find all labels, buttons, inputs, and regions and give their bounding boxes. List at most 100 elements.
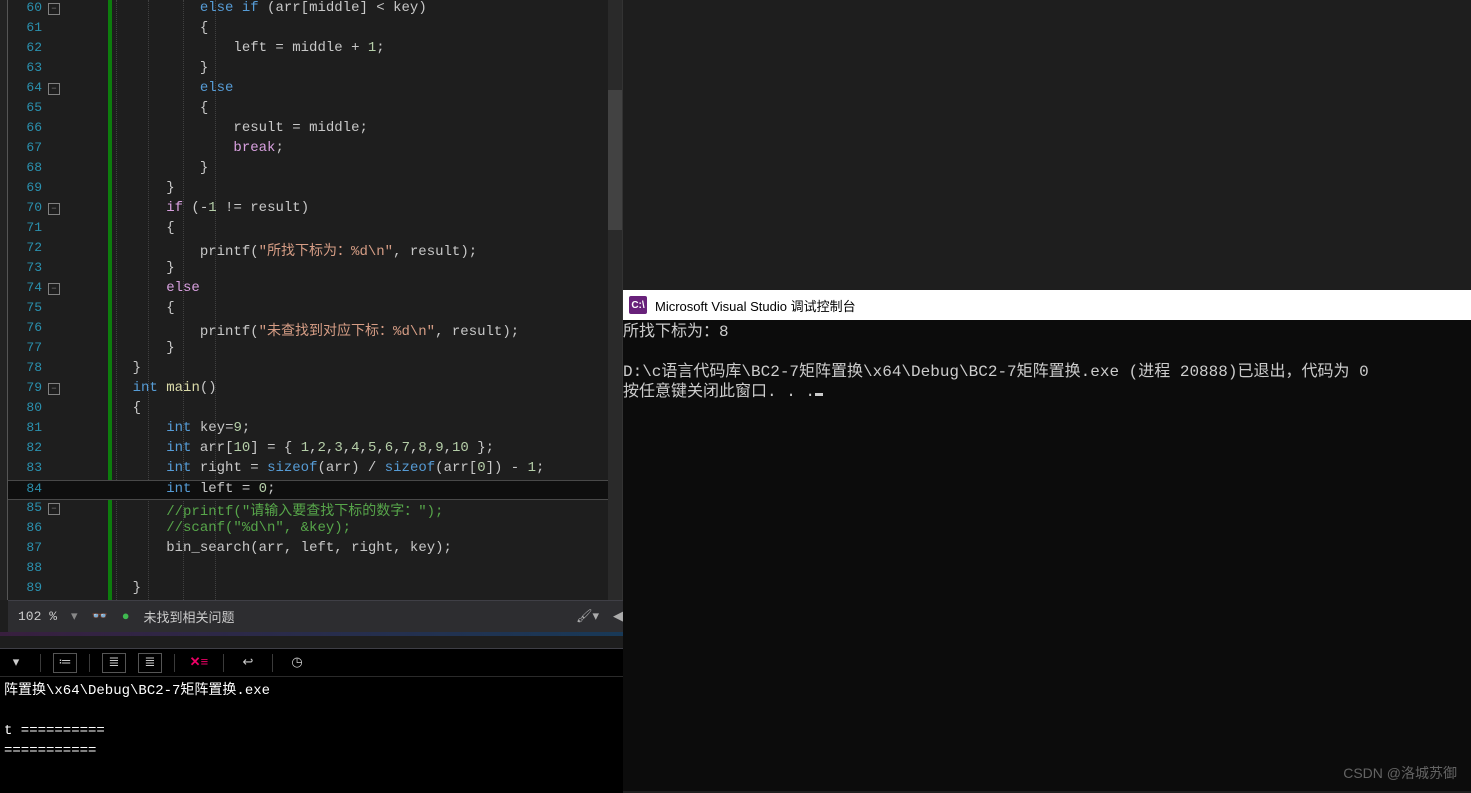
code-text[interactable]: result = middle; xyxy=(98,120,368,140)
code-text[interactable] xyxy=(98,560,99,580)
code-text[interactable]: //scanf("%d\n", &key); xyxy=(98,520,351,540)
code-text[interactable]: else xyxy=(98,280,200,300)
code-line[interactable]: 76 printf("未查找到对应下标：%d\n", result); xyxy=(8,320,622,340)
zoom-dropdown-icon[interactable]: ▾ xyxy=(71,609,78,624)
line-number: 78 xyxy=(8,360,48,380)
code-text[interactable]: int arr[10] = { 1,2,3,4,5,6,7,8,9,10 }; xyxy=(98,440,494,460)
output-toolbar: ▾ ≔ ≣ ≣ ✕≡ ↩ ◷ xyxy=(0,649,623,677)
output-panel[interactable]: ▾ ≔ ≣ ≣ ✕≡ ↩ ◷ 阵置换\x64\Debug\BC2-7矩阵置换.e… xyxy=(0,648,623,793)
code-text[interactable]: int key=9; xyxy=(98,420,250,440)
code-text[interactable]: } xyxy=(98,60,208,80)
console-titlebar[interactable]: C:\ Microsoft Visual Studio 调试控制台 xyxy=(623,290,1471,320)
console-title-text: Microsoft Visual Studio 调试控制台 xyxy=(655,296,856,315)
code-text[interactable]: } xyxy=(98,340,175,360)
fold-toggle-icon[interactable]: − xyxy=(48,383,60,395)
code-lines[interactable]: 60− else if (arr[middle] < key)61 {62 le… xyxy=(8,0,622,600)
step-prev-icon[interactable]: ≣ xyxy=(102,653,126,673)
debug-console-window[interactable]: C:\ Microsoft Visual Studio 调试控制台 所找下标为：… xyxy=(623,290,1471,791)
code-line[interactable]: 86 //scanf("%d\n", &key); xyxy=(8,520,622,540)
code-text[interactable]: } xyxy=(98,160,208,180)
code-text[interactable]: } xyxy=(98,360,141,380)
code-text[interactable]: int main() xyxy=(98,380,217,400)
code-line[interactable]: 83 int right = sizeof(arr) / sizeof(arr[… xyxy=(8,460,622,480)
code-line[interactable]: 88 xyxy=(8,560,622,580)
clear-icon[interactable]: ✕≡ xyxy=(187,653,211,673)
glasses-icon[interactable]: 👓 xyxy=(92,609,108,624)
code-line[interactable]: 73 } xyxy=(8,260,622,280)
code-text[interactable]: left = middle + 1; xyxy=(98,40,385,60)
wrap-icon[interactable]: ↩ xyxy=(236,653,260,673)
step-next-icon[interactable]: ≣ xyxy=(138,653,162,673)
fold-toggle-icon[interactable]: − xyxy=(48,3,60,15)
clock-icon[interactable]: ◷ xyxy=(285,653,309,673)
code-text[interactable]: } xyxy=(98,580,141,600)
code-text[interactable]: printf("未查找到对应下标：%d\n", result); xyxy=(98,320,519,340)
code-text[interactable]: else xyxy=(98,80,233,100)
code-line[interactable]: 62 left = middle + 1; xyxy=(8,40,622,60)
vs-icon: C:\ xyxy=(629,296,647,314)
code-line[interactable]: 81 int key=9; xyxy=(8,420,622,440)
line-number: 87 xyxy=(8,540,48,560)
code-line[interactable]: 85− //printf("请输入要查找下标的数字："); xyxy=(8,500,622,520)
code-editor[interactable]: 60− else if (arr[middle] < key)61 {62 le… xyxy=(8,0,623,600)
line-number: 65 xyxy=(8,100,48,120)
code-line[interactable]: 87 bin_search(arr, left, right, key); xyxy=(8,540,622,560)
code-line[interactable]: 71 { xyxy=(8,220,622,240)
code-line[interactable]: 89 } xyxy=(8,580,622,600)
fold-toggle-icon[interactable]: − xyxy=(48,503,60,515)
zoom-level[interactable]: 102 % xyxy=(18,609,57,624)
code-text[interactable]: if (-1 != result) xyxy=(98,200,309,220)
code-line[interactable]: 65 { xyxy=(8,100,622,120)
collapse-icon[interactable]: ≔ xyxy=(53,653,77,673)
line-number: 67 xyxy=(8,140,48,160)
code-line[interactable]: 68 } xyxy=(8,160,622,180)
nav-left-icon[interactable]: ◀ xyxy=(613,609,623,624)
line-number: 73 xyxy=(8,260,48,280)
code-text[interactable]: { xyxy=(98,300,175,320)
fold-toggle-icon[interactable]: − xyxy=(48,83,60,95)
code-line[interactable]: 70− if (-1 != result) xyxy=(8,200,622,220)
code-line[interactable]: 67 break; xyxy=(8,140,622,160)
code-text[interactable]: { xyxy=(98,220,175,240)
code-line[interactable]: 63 } xyxy=(8,60,622,80)
code-line[interactable]: 74− else xyxy=(8,280,622,300)
code-line[interactable]: 79− int main() xyxy=(8,380,622,400)
code-text[interactable]: //printf("请输入要查找下标的数字："); xyxy=(98,500,443,520)
console-output[interactable]: 所找下标为：8 D:\c语言代码库\BC2-7矩阵置换\x64\Debug\BC… xyxy=(623,320,1471,402)
code-text[interactable]: int left = 0; xyxy=(98,481,275,499)
fold-toggle-icon[interactable]: − xyxy=(48,283,60,295)
line-number: 62 xyxy=(8,40,48,60)
code-text[interactable]: { xyxy=(98,400,141,420)
line-number: 72 xyxy=(8,240,48,260)
code-line[interactable]: 72 printf("所找下标为：%d\n", result); xyxy=(8,240,622,260)
code-line[interactable]: 64− else xyxy=(8,80,622,100)
line-number: 86 xyxy=(8,520,48,540)
output-body[interactable]: 阵置换\x64\Debug\BC2-7矩阵置换.exe t ==========… xyxy=(0,677,623,765)
code-line[interactable]: 60− else if (arr[middle] < key) xyxy=(8,0,622,20)
code-text[interactable]: break; xyxy=(98,140,284,160)
code-text[interactable]: } xyxy=(98,180,175,200)
vertical-scrollbar[interactable] xyxy=(608,0,622,600)
code-line[interactable]: 80 { xyxy=(8,400,622,420)
line-number: 70 xyxy=(8,200,48,220)
brush-icon[interactable]: 🖌▾ xyxy=(576,609,599,624)
code-text[interactable]: } xyxy=(98,260,175,280)
scrollbar-thumb[interactable] xyxy=(608,90,622,230)
code-text[interactable]: printf("所找下标为：%d\n", result); xyxy=(98,240,477,260)
divider-bar[interactable] xyxy=(0,632,623,636)
code-line[interactable]: 78 } xyxy=(8,360,622,380)
code-line[interactable]: 61 { xyxy=(8,20,622,40)
history-dropdown-icon[interactable]: ▾ xyxy=(4,653,28,673)
code-line[interactable]: 66 result = middle; xyxy=(8,120,622,140)
code-text[interactable]: { xyxy=(98,100,208,120)
code-line[interactable]: 84 int left = 0; xyxy=(8,480,622,500)
fold-toggle-icon[interactable]: − xyxy=(48,203,60,215)
code-line[interactable]: 69 } xyxy=(8,180,622,200)
code-line[interactable]: 75 { xyxy=(8,300,622,320)
code-line[interactable]: 82 int arr[10] = { 1,2,3,4,5,6,7,8,9,10 … xyxy=(8,440,622,460)
code-line[interactable]: 77 } xyxy=(8,340,622,360)
code-text[interactable]: { xyxy=(98,20,208,40)
code-text[interactable]: int right = sizeof(arr) / sizeof(arr[0])… xyxy=(98,460,544,480)
code-text[interactable]: bin_search(arr, left, right, key); xyxy=(98,540,452,560)
code-text[interactable]: else if (arr[middle] < key) xyxy=(98,0,427,20)
